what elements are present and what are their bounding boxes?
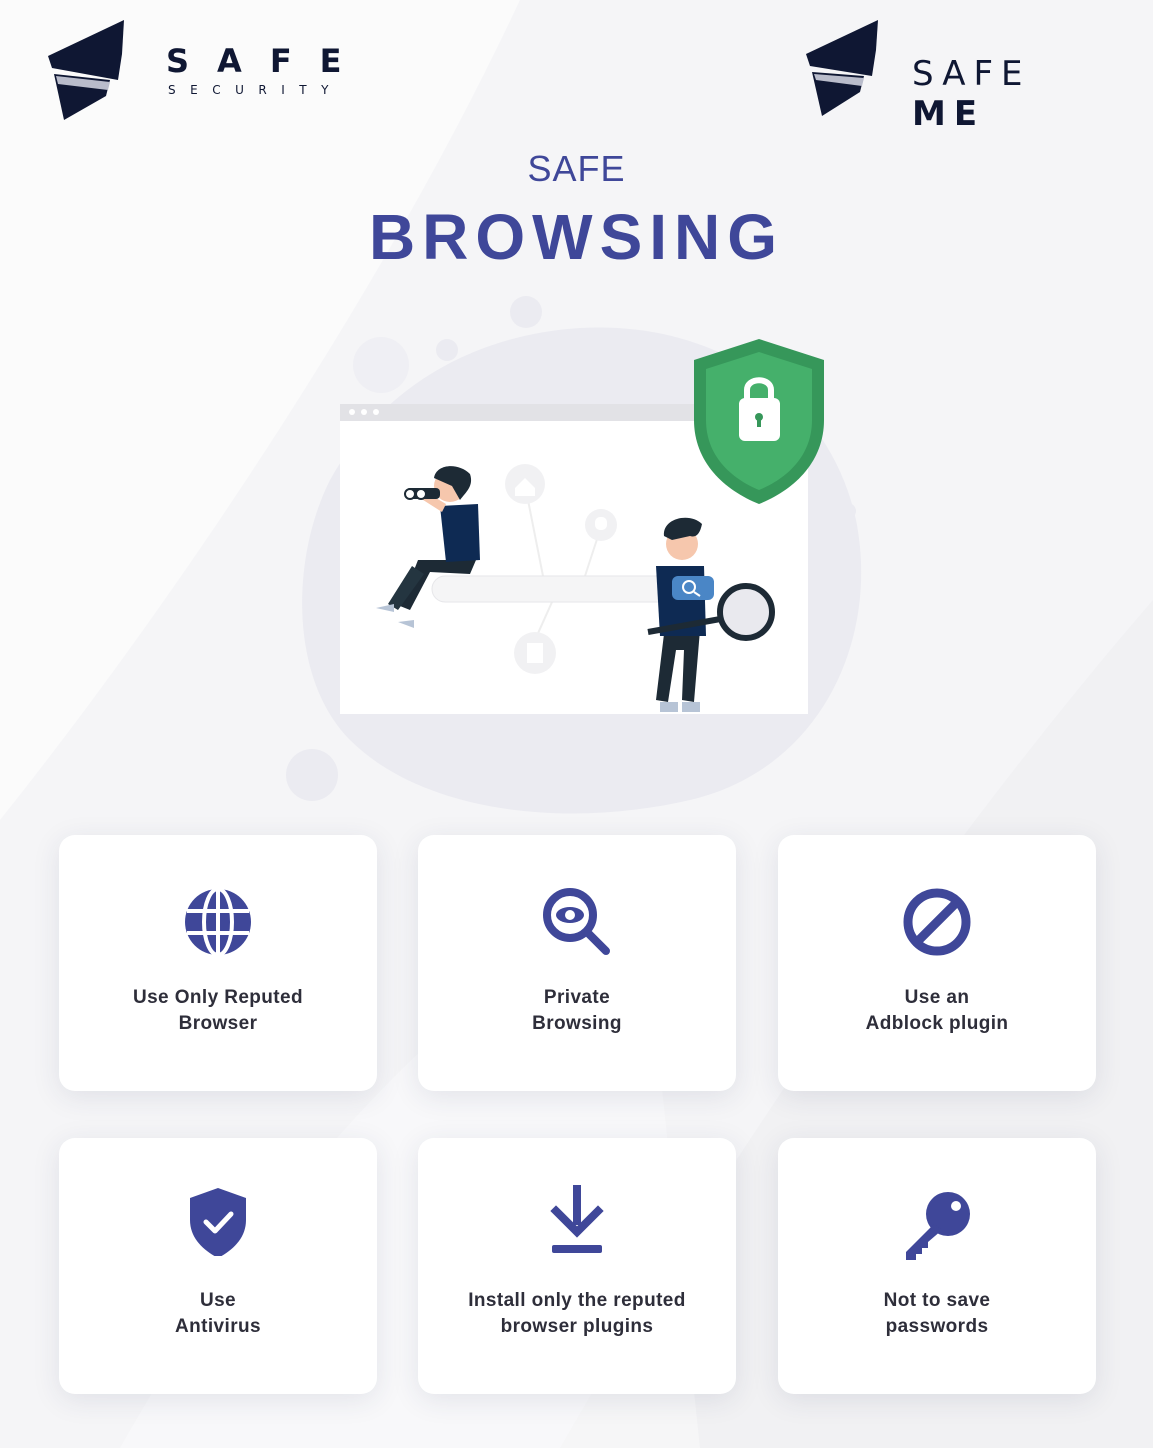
tip-card-private-browsing: Private Browsing bbox=[418, 835, 736, 1091]
tip-label-line1: Private bbox=[543, 987, 611, 1008]
tip-label-line1: Install only the reputed bbox=[468, 1290, 686, 1311]
tip-label: Use Antivirus bbox=[79, 1288, 357, 1340]
tip-card-antivirus: Use Antivirus bbox=[59, 1138, 377, 1394]
tip-label: Install only the reputed browser plugins bbox=[438, 1288, 716, 1340]
block-icon bbox=[903, 888, 971, 956]
tip-label-line2: browser plugins bbox=[500, 1316, 654, 1337]
tip-card-adblock: Use an Adblock plugin bbox=[778, 835, 1096, 1091]
heading-subtitle: SAFE bbox=[527, 148, 626, 189]
safe-security-logo: SAFE SECURITY bbox=[48, 20, 348, 124]
tip-label-line2: Browsing bbox=[532, 1013, 622, 1034]
page-title: BROWSING bbox=[368, 201, 785, 273]
tip-label-line1: Not to save bbox=[883, 1290, 991, 1311]
tip-label-line2: passwords bbox=[885, 1316, 989, 1337]
tip-card-plugins: Install only the reputed browser plugins bbox=[418, 1138, 736, 1394]
tip-card-passwords: Not to save passwords bbox=[778, 1138, 1096, 1394]
logo-mark-icon bbox=[806, 20, 878, 116]
brand-name-light: SAFE bbox=[912, 54, 1031, 94]
globe-icon bbox=[185, 887, 251, 957]
tip-card-reputed-browser: Use Only Reputed Browser bbox=[59, 835, 377, 1091]
tip-label: Not to save passwords bbox=[798, 1288, 1076, 1340]
tip-label-line2: Browser bbox=[178, 1013, 258, 1034]
tip-label-line1: Use Only Reputed bbox=[132, 987, 304, 1008]
brand-name: SAFE bbox=[166, 42, 370, 80]
tip-label-line2: Adblock plugin bbox=[865, 1013, 1009, 1034]
tip-label-line1: Use an bbox=[904, 987, 970, 1008]
tip-label: Private Browsing bbox=[438, 985, 716, 1037]
logo-mark-icon bbox=[48, 20, 124, 120]
tip-label: Use an Adblock plugin bbox=[798, 985, 1076, 1037]
brand-name-bold: ME bbox=[912, 94, 986, 134]
eye-search-icon bbox=[543, 888, 610, 955]
brand-tagline: SECURITY bbox=[168, 83, 343, 97]
tip-label-line1: Use bbox=[199, 1290, 237, 1311]
tip-label-line2: Antivirus bbox=[175, 1316, 261, 1337]
download-icon bbox=[550, 1185, 604, 1253]
key-icon bbox=[906, 1192, 970, 1260]
browsing-illustration bbox=[286, 296, 862, 814]
safeme-logo: SAFE ME bbox=[806, 20, 1116, 134]
shield-check-icon bbox=[190, 1188, 246, 1256]
tip-label: Use Only Reputed Browser bbox=[79, 985, 357, 1037]
brand-wordmark: SAFE ME bbox=[912, 54, 1116, 134]
